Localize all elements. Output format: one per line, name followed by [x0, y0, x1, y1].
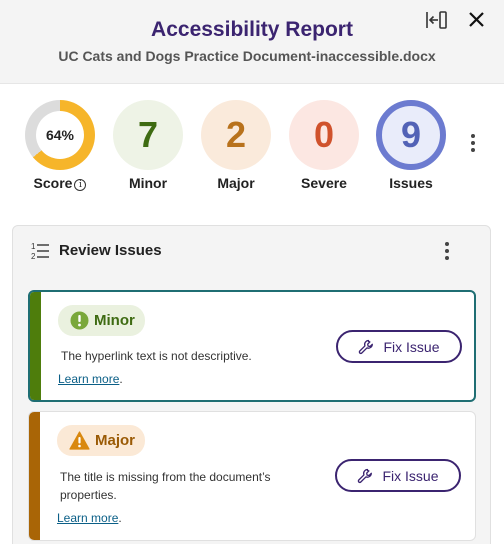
- severe-count-circle: 0: [289, 100, 359, 170]
- issue-description-line: The title is missing from the document’s: [60, 470, 271, 484]
- score-value: 64%: [36, 111, 84, 159]
- report-header: Accessibility Report UC Cats and Dogs Pr…: [0, 0, 504, 84]
- collapse-panel-button[interactable]: [423, 9, 449, 31]
- severity-badge-minor: Minor: [58, 305, 145, 336]
- severity-label: Minor: [94, 312, 135, 329]
- issue-description-line: The hyperlink text is not descriptive.: [61, 349, 252, 363]
- major-count-circle: 2: [201, 100, 271, 170]
- issues-count-circle[interactable]: 9: [376, 100, 446, 170]
- minor-count-circle: 7: [113, 100, 183, 170]
- fix-issue-label: Fix Issue: [383, 338, 440, 355]
- numbered-list-icon: 1 2: [31, 242, 49, 261]
- score-label[interactable]: Score i: [15, 175, 105, 191]
- review-issues-title: Review Issues: [59, 242, 162, 259]
- score-label-text: Score: [33, 175, 73, 191]
- wrench-icon: [359, 339, 374, 354]
- issue-description: The hyperlink text is not descriptive.: [61, 347, 252, 365]
- issue-card-minor[interactable]: Minor The hyperlink text is not descript…: [28, 290, 476, 402]
- severe-label: Severe: [301, 175, 347, 191]
- review-issues-panel: 1 2 Review Issues Minor The hyperlink te…: [12, 225, 491, 544]
- more-vertical-icon: [445, 242, 449, 260]
- info-exclamation-icon: [70, 311, 89, 330]
- major-count: 2: [225, 114, 247, 155]
- fix-issue-button[interactable]: Fix Issue: [336, 330, 462, 363]
- wrench-icon: [358, 468, 373, 483]
- issue-description-line: properties.: [60, 488, 117, 502]
- document-name: UC Cats and Dogs Practice Document-inacc…: [58, 48, 436, 64]
- info-icon[interactable]: i: [74, 179, 87, 191]
- collapse-panel-icon: [426, 11, 447, 29]
- learn-more-link[interactable]: Learn more: [57, 511, 118, 525]
- minor-count: 7: [137, 114, 159, 155]
- fix-issue-label: Fix Issue: [382, 467, 439, 484]
- learn-more-row: Learn more.: [58, 372, 123, 386]
- close-button[interactable]: [464, 8, 490, 32]
- issue-description: The title is missing from the document’s…: [60, 468, 271, 504]
- severity-stripe: [30, 292, 41, 400]
- svg-text:2: 2: [31, 252, 36, 261]
- svg-text:1: 1: [31, 242, 36, 251]
- fix-issue-button[interactable]: Fix Issue: [335, 459, 461, 492]
- issues-label: Issues: [389, 175, 433, 191]
- severity-label: Major: [95, 432, 136, 449]
- score-ring: 64%: [25, 100, 95, 170]
- close-icon: [469, 12, 484, 27]
- issues-count: 9: [400, 114, 422, 155]
- issue-card-major[interactable]: Major The title is missing from the docu…: [28, 411, 476, 541]
- warning-icon: [69, 431, 90, 450]
- review-more-options-button[interactable]: [440, 240, 454, 262]
- learn-more-link[interactable]: Learn more: [58, 372, 119, 386]
- review-issues-header: 1 2 Review Issues: [13, 226, 490, 274]
- summary-more-options-button[interactable]: [466, 132, 480, 154]
- more-vertical-icon: [471, 134, 475, 152]
- major-label: Major: [217, 175, 255, 191]
- severity-stripe: [29, 412, 40, 540]
- severe-count: 0: [313, 114, 335, 155]
- learn-more-row: Learn more.: [57, 511, 122, 525]
- severity-badge-major: Major: [57, 425, 146, 456]
- minor-label: Minor: [128, 175, 168, 191]
